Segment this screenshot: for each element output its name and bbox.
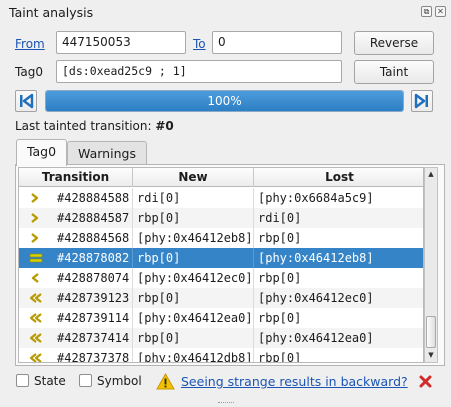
taint-progress-bar: 100% [45,90,404,112]
table-row[interactable]: #428737414 rbp[0] [phy:0x46412ea0] [19,328,423,348]
tag-field[interactable]: [ds:0xead25c9 ; 1] [56,60,342,83]
skip-to-last-icon [414,93,428,109]
column-header-lost[interactable]: Lost [254,168,423,187]
last-tainted-label: Last tainted transition: [15,119,152,133]
last-tainted-value: #0 [155,119,174,133]
backward-arrow-icon [19,268,53,288]
skip-to-last-button[interactable] [411,90,433,112]
new-cell: rbp[0] [133,328,254,348]
scroll-thumb[interactable] [426,316,436,348]
lost-cell: [phy:0x46412ec0] [258,291,374,305]
lost-cell: rbp[0] [258,271,302,285]
tab-tag0[interactable]: Tag0 [16,139,67,166]
state-label: State [34,374,66,388]
dismiss-icon[interactable] [419,375,432,388]
panel-title: Taint analysis [9,5,94,20]
from-field[interactable]: 447150053 [56,31,186,54]
float-icon[interactable]: ⧉ [421,6,432,17]
table-row[interactable]: #428739114 [phy:0x46412ea0] rbp[0] [19,308,423,328]
double-backward-arrow-icon [19,288,53,308]
table-row[interactable]: #428884568 [phy:0x46412eb8] rbp[0] [19,228,423,248]
symbol-checkbox[interactable] [79,374,92,387]
table-row[interactable]: #428884587 rbp[0] rdi[0] [19,208,423,228]
lost-cell: rbp[0] [258,351,302,363]
tab-warnings[interactable]: Warnings [67,141,147,166]
forward-arrow-icon [19,188,53,208]
table-row[interactable]: #428739123 rbp[0] [phy:0x46412ec0] [19,288,423,308]
new-cell: [phy:0x46412eb8] [133,228,254,248]
lost-cell: rbp[0] [258,311,302,325]
transition-cell: #428884568 [53,228,133,248]
new-cell: rbp[0] [133,248,254,268]
table-row[interactable]: #428878074 [phy:0x46412ec0] rbp[0] [19,268,423,288]
transition-cell: #428739123 [53,288,133,308]
double-backward-arrow-icon [19,328,53,348]
new-cell: [phy:0x46412ec0] [133,268,254,288]
strange-results-link[interactable]: Seeing strange results in backward? [181,374,408,389]
new-cell: [phy:0x46412ea0] [133,308,254,328]
close-icon[interactable]: ✕ [435,6,446,17]
forward-arrow-icon [19,228,53,248]
new-cell: rdi[0] [133,188,254,208]
symbol-label: Symbol [97,374,142,388]
warning-icon [156,373,175,390]
transition-cell: #428878074 [53,268,133,288]
title-bar: Taint analysis ⧉ ✕ [0,0,452,26]
scroll-up-icon[interactable]: ▲ [425,168,437,181]
last-tainted-info: Last tainted transition: #0 [15,119,174,133]
new-cell: rbp[0] [133,288,254,308]
lost-cell: rbp[0] [258,231,302,245]
skip-to-first-button[interactable] [15,90,37,112]
lost-cell: [phy:0x46412ea0] [258,331,374,345]
taint-button[interactable]: Taint [354,60,434,84]
reverse-button[interactable]: Reverse [354,31,434,55]
lost-cell: [phy:0x46412eb8] [258,251,374,265]
new-cell: [phy:0x46412db8] [133,348,254,362]
table-row[interactable]: #428878082 rbp[0] [phy:0x46412eb8] [19,248,423,268]
new-cell: rbp[0] [133,208,254,228]
from-link[interactable]: From [15,37,45,51]
equal-icon [19,248,53,268]
transition-cell: #428878082 [53,248,133,268]
transition-cell: #428737378 [53,348,133,362]
scroll-down-icon[interactable]: ▼ [425,349,437,362]
double-backward-arrow-icon [19,308,53,328]
tag-label: Tag0 [15,65,43,79]
resize-grip[interactable] [218,402,234,405]
double-backward-arrow-icon [19,348,53,362]
transitions-table[interactable]: Transition New Lost #428884588 rdi[0] [phy… [18,167,424,363]
state-checkbox[interactable] [16,374,29,387]
forward-arrow-icon [19,208,53,228]
table-row[interactable]: #428884588 rdi[0] [phy:0x6684a5c9] [19,188,423,208]
progress-text: 100% [207,94,242,108]
column-header-new[interactable]: New [133,168,254,187]
lost-cell: [phy:0x6684a5c9] [258,191,374,205]
transition-cell: #428737414 [53,328,133,348]
to-field[interactable]: 0 [212,31,342,54]
column-header-transition[interactable]: Transition [19,168,133,187]
taint-analysis-panel: Taint analysis ⧉ ✕ From 447150053 To 0 R… [0,0,452,407]
transition-cell: #428884588 [53,188,133,208]
skip-to-first-icon [20,93,34,109]
transition-cell: #428884587 [53,208,133,228]
table-header: Transition New Lost [19,168,423,187]
to-link[interactable]: To [193,37,206,51]
transition-cell: #428739114 [53,308,133,328]
lost-cell: rdi[0] [258,211,302,225]
table-row[interactable]: #428737378 [phy:0x46412db8] rbp[0] [19,348,423,363]
table-scrollbar[interactable]: ▲ ▼ [424,167,438,363]
